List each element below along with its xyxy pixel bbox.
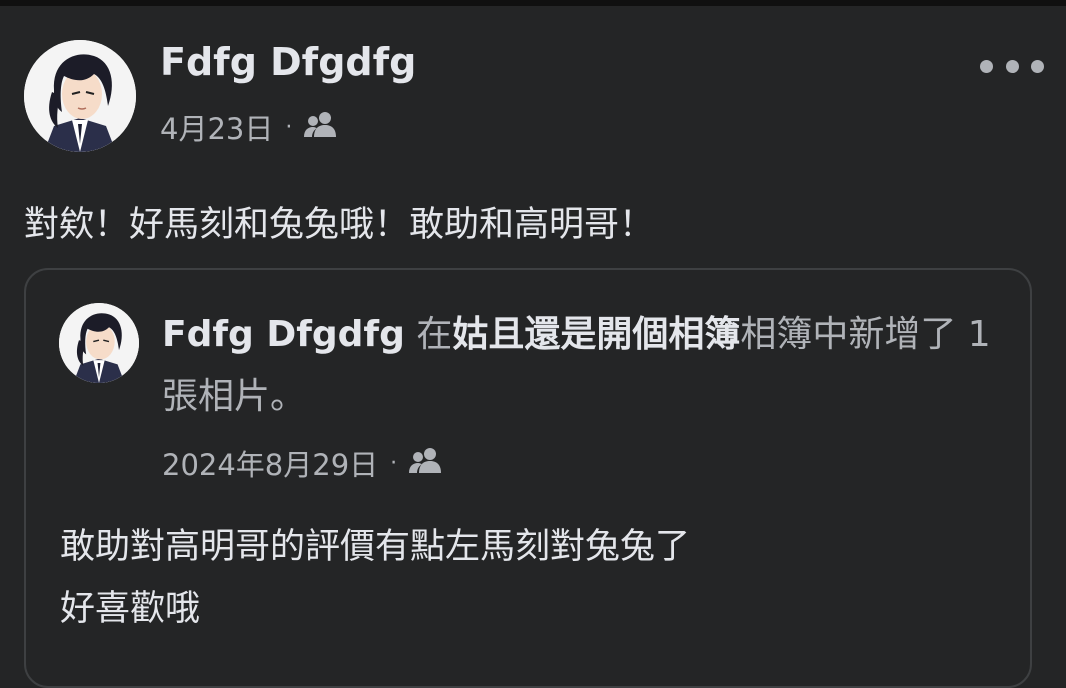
shared-post-date[interactable]: 2024年8月29日 [162,442,378,484]
friends-icon [304,110,338,144]
shared-post-text-line: 好喜歡哦 [60,589,201,629]
more-options-icon[interactable] [980,44,1044,88]
more-dot [1005,59,1019,73]
avatar-illustration [59,303,139,383]
author-avatar[interactable] [24,40,136,152]
post-text: 對欸！好馬刻和兔兔哦！敢助和高明哥！ [24,205,655,245]
post-date[interactable]: 4月23日 [160,106,273,148]
shared-post-text-line: 敢助對高明哥的評價有點左馬刻對兔兔了 [60,527,691,567]
shared-post-text: 敢助對高明哥的評價有點左馬刻對兔兔了 好喜歡哦 [60,516,690,640]
more-dot [980,59,993,73]
album-link[interactable]: 姑且還是開個相簿 [452,314,740,355]
meta-separator: · [285,114,293,140]
avatar-illustration [24,40,136,152]
author-name[interactable]: Fdfg Dfgdfg [160,40,416,84]
meta-separator: · [390,450,398,476]
shared-action-prefix: 在 [416,314,453,355]
feed-post: Fdfg Dfgdfg 4月23日 · 對欸！好馬刻和兔兔哦！敢助和高明哥！ F… [0,6,1066,688]
friends-icon [409,446,443,480]
post-meta: 4月23日 · [160,106,338,148]
shared-post-card[interactable]: Fdfg Dfgdfg 在姑且還是開個相簿相簿中新增了 1 張相片。 2024年… [24,268,1032,688]
more-dot [1031,59,1044,73]
shared-post-headline: Fdfg Dfgdfg 在姑且還是開個相簿相簿中新增了 1 張相片。 [162,304,1002,428]
shared-author-avatar[interactable] [59,303,139,383]
shared-post-meta: 2024年8月29日 · [162,442,443,484]
shared-author-name[interactable]: Fdfg Dfgdfg [162,314,405,355]
